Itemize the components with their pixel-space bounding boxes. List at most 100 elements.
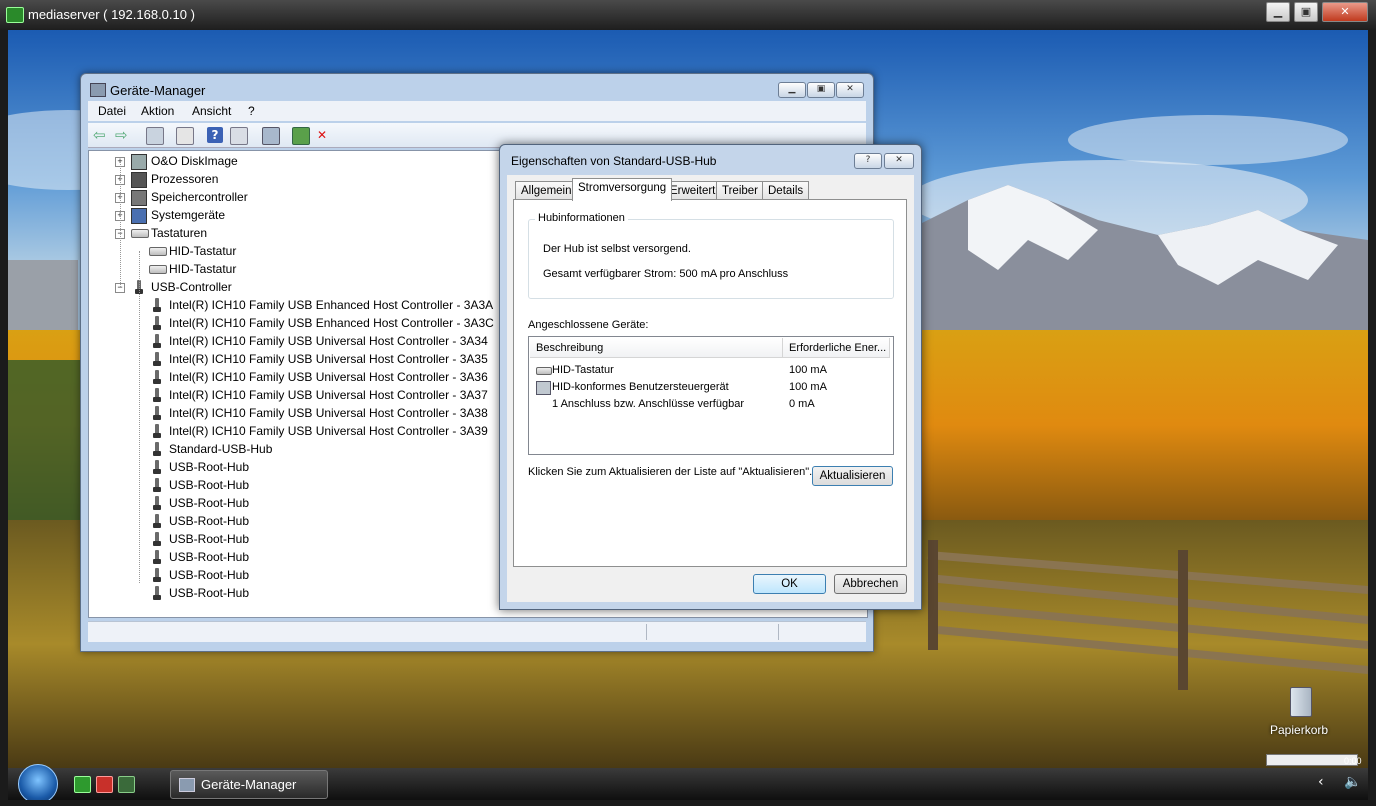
usb-icon	[153, 514, 161, 529]
tab-panel-stromversorgung: Hubinformationen Der Hub ist selbst vers…	[513, 199, 907, 567]
recycle-bin[interactable]: Papierkorb	[1266, 685, 1336, 745]
tab-allgemein[interactable]: Allgemein	[515, 181, 578, 200]
hub-self-powered-text: Der Hub ist selbst versorgend.	[543, 243, 691, 255]
usb-icon	[153, 568, 161, 583]
uninstall-icon[interactable]: ✕	[314, 127, 330, 143]
tree-node-label: Intel(R) ICH10 Family USB Universal Host…	[169, 406, 488, 420]
properties-dialog: Eigenschaften von Standard-USB-Hub ? ✕ A…	[499, 144, 922, 610]
details-icon[interactable]	[230, 127, 248, 145]
rdp-maximize-button[interactable]: ▣	[1294, 2, 1318, 22]
hid-device-icon	[536, 381, 551, 395]
usb-icon	[153, 298, 161, 313]
volume-icon[interactable]: 🔈	[1344, 774, 1361, 790]
menu-help[interactable]: ?	[248, 104, 255, 118]
usb-icon	[153, 334, 161, 349]
status-bar	[88, 621, 866, 642]
usb-icon	[153, 532, 161, 547]
tree-node-label: Intel(R) ICH10 Family USB Universal Host…	[169, 424, 488, 438]
tree-node-label: HID-Tastatur	[169, 262, 237, 276]
rdp-close-button[interactable]: ✕	[1322, 2, 1368, 22]
minimize-button[interactable]: ▁	[778, 82, 806, 98]
rdp-title: mediaserver ( 192.168.0.10 )	[28, 7, 195, 22]
usb-icon	[153, 586, 161, 601]
usb-icon	[153, 442, 161, 457]
keyboard-icon	[131, 229, 149, 238]
quicklaunch-shutdown-icon[interactable]	[96, 776, 113, 793]
tree-node-label: Intel(R) ICH10 Family USB Enhanced Host …	[169, 316, 494, 330]
menu-ansicht[interactable]: Ansicht	[192, 104, 231, 118]
rdp-bottom-border	[0, 800, 1376, 806]
tree-node-label: HID-Tastatur	[169, 244, 237, 258]
device-row-description: HID-Tastatur	[552, 364, 614, 376]
properties-icon[interactable]	[176, 127, 194, 145]
taskbar-item-device-manager[interactable]: Geräte-Manager	[170, 770, 328, 799]
tree-node-label: Prozessoren	[151, 172, 219, 186]
forward-icon[interactable]: ⇨	[115, 127, 131, 143]
close-button[interactable]: ✕	[836, 82, 864, 98]
rdp-app-icon	[6, 7, 24, 23]
device-row[interactable]: 1 Anschluss bzw. Anschlüsse verfügbar 0 m…	[530, 396, 892, 413]
tree-node-label: Intel(R) ICH10 Family USB Universal Host…	[169, 388, 488, 402]
device-row[interactable]: HID-konformes Benutzersteuergerät 100 mA	[530, 379, 892, 396]
start-button[interactable]	[18, 764, 58, 804]
device-row-power: 0 mA	[789, 398, 815, 410]
tab-treiber[interactable]: Treiber	[716, 181, 764, 200]
rdp-minimize-button[interactable]: ▁	[1266, 2, 1290, 22]
usb-icon	[153, 478, 161, 493]
tree-node-label: USB-Root-Hub	[169, 460, 250, 474]
refresh-button[interactable]: Aktualisieren	[812, 466, 893, 486]
hub-info-group-label: Hubinformationen	[535, 212, 628, 224]
tree-node-label: USB-Root-Hub	[169, 550, 250, 564]
tree-node-label: USB-Root-Hub	[169, 532, 250, 546]
storage-icon	[131, 190, 147, 206]
recycle-bin-icon	[1290, 687, 1312, 717]
tree-node-label: USB-Root-Hub	[169, 514, 250, 528]
usb-icon	[153, 352, 161, 367]
cancel-button[interactable]: Abbrechen	[834, 574, 907, 594]
maximize-button[interactable]: ▣	[807, 82, 835, 98]
column-header-power[interactable]: Erforderliche Ener...	[783, 338, 890, 358]
dialog-help-button[interactable]: ?	[854, 153, 882, 169]
menu-aktion[interactable]: Aktion	[141, 104, 174, 118]
tree-node-label: USB-Controller	[151, 280, 232, 294]
tree-node-label: Intel(R) ICH10 Family USB Enhanced Host …	[169, 298, 494, 312]
device-row-description: HID-konformes Benutzersteuergerät	[552, 381, 729, 393]
dialog-body: Allgemein Stromversorgung Erweitert Trei…	[507, 175, 914, 602]
usb-icon	[153, 496, 161, 511]
connected-devices-list[interactable]: Beschreibung Erforderliche Ener... HID-T…	[528, 336, 894, 455]
tree-node-label: USB-Root-Hub	[169, 496, 250, 510]
clock-label: 0:00	[1344, 756, 1362, 766]
recycle-bin-label: Papierkorb	[1270, 723, 1329, 737]
system-icon	[131, 208, 147, 224]
menu-datei[interactable]: Datei	[98, 104, 126, 118]
keyboard-icon	[536, 367, 552, 375]
usb-icon	[153, 388, 161, 403]
keyboard-icon	[149, 265, 167, 274]
column-header-description[interactable]: Beschreibung	[530, 338, 783, 358]
tray-chevron-icon[interactable]: ‹	[1318, 774, 1324, 790]
update-driver-icon[interactable]	[292, 127, 310, 145]
tree-node-label: Intel(R) ICH10 Family USB Universal Host…	[169, 370, 488, 384]
usb-icon	[153, 460, 161, 475]
dialog-close-button[interactable]: ✕	[884, 153, 914, 169]
device-row-description: 1 Anschluss bzw. Anschlüsse verfügbar	[552, 398, 744, 410]
view-icon[interactable]	[146, 127, 164, 145]
tab-stromversorgung[interactable]: Stromversorgung	[572, 178, 673, 201]
back-icon[interactable]: ⇦	[93, 127, 109, 143]
ok-button[interactable]: OK	[753, 574, 826, 594]
refresh-hint: Klicken Sie zum Aktualisieren der Liste …	[528, 466, 813, 478]
scan-hardware-icon[interactable]	[262, 127, 280, 145]
device-row[interactable]: HID-Tastatur 100 mA	[530, 362, 892, 379]
tree-node-label: USB-Root-Hub	[169, 586, 250, 600]
disk-icon	[131, 154, 147, 170]
menubar: Datei Aktion Ansicht ?	[88, 101, 866, 121]
quicklaunch-remote-icon[interactable]	[118, 776, 135, 793]
tree-node-label: Standard-USB-Hub	[169, 442, 273, 456]
device-manager-icon	[90, 83, 106, 97]
help-icon[interactable]: ?	[207, 127, 223, 143]
tab-erweitert[interactable]: Erweitert	[664, 181, 722, 200]
usb-icon	[153, 424, 161, 439]
tab-details[interactable]: Details	[762, 181, 810, 200]
taskbar: Geräte-Manager ‹ 🔈	[8, 764, 1368, 804]
quicklaunch-switch-icon[interactable]	[74, 776, 91, 793]
